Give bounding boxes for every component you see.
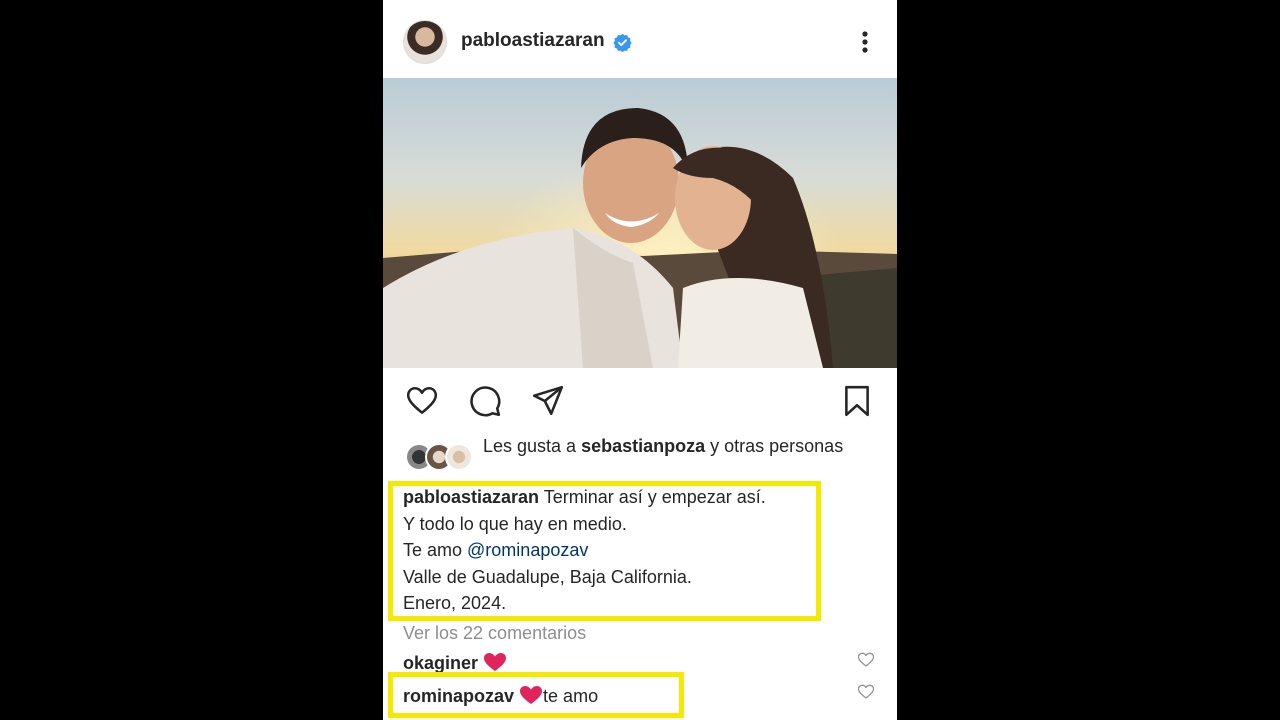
verified-icon: [613, 33, 632, 52]
heart-icon[interactable]: [405, 384, 439, 418]
caption-mention[interactable]: @rominapozav: [467, 540, 588, 560]
view-all-comments-link[interactable]: Ver los 22 comentarios: [403, 623, 586, 644]
likes-row[interactable]: Les gusta a sebastianpoza y otras person…: [383, 434, 897, 484]
post-caption: pabloastiazaran Terminar así y empezar a…: [403, 484, 883, 617]
comment-row: rominapozav te amo: [403, 685, 598, 707]
caption-text-1: Terminar así y empezar así.: [539, 487, 766, 507]
share-icon[interactable]: [531, 384, 565, 418]
likes-prefix: Les gusta a: [483, 436, 582, 456]
bookmark-icon[interactable]: [840, 384, 874, 418]
avatar[interactable]: [403, 20, 447, 64]
liker-avatar: [445, 443, 473, 471]
more-options-icon[interactable]: [853, 28, 877, 56]
comment-username[interactable]: rominapozav: [403, 686, 514, 706]
caption-text-3: Te amo: [403, 540, 468, 560]
instagram-post: pabloastiazaran Les gusta a sebastianpoz…: [383, 0, 897, 720]
caption-line-5: Enero, 2024.: [403, 593, 507, 613]
likes-user[interactable]: sebastianpoza: [581, 436, 705, 456]
caption-line-1: pabloastiazaran Terminar así y empezar a…: [403, 484, 883, 511]
red-heart-emoji-icon: [520, 686, 543, 704]
post-header: pabloastiazaran: [383, 0, 897, 78]
post-photo[interactable]: [383, 78, 897, 368]
liker-avatars: [405, 443, 475, 471]
comment-like-heart-icon[interactable]: [857, 651, 875, 669]
caption-line-2: Y todo lo que hay en medio.: [403, 513, 627, 534]
likes-suffix: y otras personas: [705, 436, 844, 456]
comment-row: okaginer: [403, 652, 507, 674]
caption-username[interactable]: pabloastiazaran: [403, 487, 539, 507]
caption-line-3: Te amo @rominapozav: [403, 537, 883, 564]
comment-like-heart-icon[interactable]: [857, 683, 875, 701]
photo-illustration: [383, 78, 897, 368]
comment-text: te amo: [543, 686, 599, 706]
comment-username[interactable]: okaginer: [403, 653, 478, 673]
red-heart-emoji-icon: [484, 653, 507, 671]
likes-text: Les gusta a sebastianpoza y otras person…: [483, 434, 883, 458]
post-username[interactable]: pabloastiazaran: [461, 30, 605, 52]
caption-line-4: Valle de Guadalupe, Baja California.: [403, 566, 692, 587]
comment-icon[interactable]: [468, 384, 502, 418]
post-actions: [383, 378, 897, 422]
